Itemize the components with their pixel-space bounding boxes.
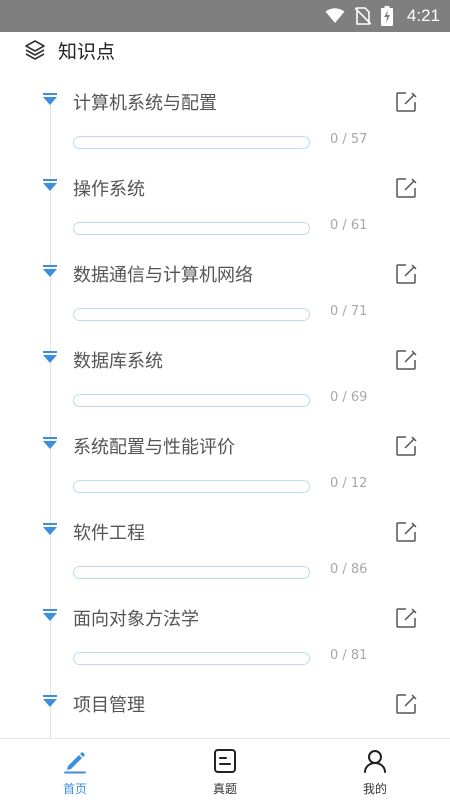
list-item[interactable]: 系统配置与性能评价 0 / 12 [0,412,450,498]
list-item[interactable]: 项目管理 [0,670,450,738]
list-item[interactable]: 数据通信与计算机网络 0 / 71 [0,240,450,326]
expand-triangle-icon[interactable] [43,179,57,191]
no-sim-icon [354,7,371,25]
knowledge-point-list: 计算机系统与配置 0 / 57 操作系统 0 / 61 数据通信与计算机网络 0… [0,68,450,738]
progress-count: 0 / 86 [330,562,368,577]
expand-triangle-icon[interactable] [43,265,57,277]
tab-home[interactable]: 首页 [0,739,150,800]
battery-charging-icon [380,6,393,26]
item-title[interactable]: 面向对象方法学 [73,605,199,631]
list-item[interactable]: 数据库系统 0 / 69 [0,326,450,412]
pencil-icon [64,752,86,774]
tab-label: 真题 [212,782,237,796]
list-item[interactable]: 面向对象方法学 0 / 81 [0,584,450,670]
list-item[interactable]: 软件工程 0 / 86 [0,498,450,584]
expand-triangle-icon[interactable] [43,437,57,449]
expand-triangle-icon[interactable] [43,609,57,621]
tab-label: 首页 [62,782,87,796]
edit-icon[interactable] [395,607,417,629]
bottom-tab-bar: 首页 真题 我的 [0,738,450,800]
item-title[interactable]: 操作系统 [73,175,145,201]
layers-icon [25,40,45,60]
progress-bar [73,394,310,407]
status-bar: 4:21 [0,0,450,32]
progress-count: 0 / 81 [330,648,368,663]
progress-count: 0 / 12 [330,476,368,491]
progress-bar [73,652,310,665]
edit-icon[interactable] [395,435,417,457]
edit-icon[interactable] [395,91,417,113]
item-title[interactable]: 项目管理 [73,691,145,717]
edit-icon[interactable] [395,521,417,543]
edit-icon[interactable] [395,693,417,715]
edit-icon[interactable] [395,263,417,285]
list-item[interactable]: 计算机系统与配置 0 / 57 [0,68,450,154]
tab-exams[interactable]: 真题 [150,739,300,800]
progress-count: 0 / 71 [330,304,368,319]
list-item[interactable]: 操作系统 0 / 61 [0,154,450,240]
edit-icon[interactable] [395,349,417,371]
expand-triangle-icon[interactable] [43,523,57,535]
item-title[interactable]: 计算机系统与配置 [73,89,217,115]
tab-mine[interactable]: 我的 [300,739,450,800]
edit-icon[interactable] [395,177,417,199]
expand-triangle-icon[interactable] [43,351,57,363]
progress-bar [73,222,310,235]
progress-bar [73,308,310,321]
item-title[interactable]: 数据库系统 [73,347,163,373]
page-title: 知识点 [58,40,116,63]
progress-bar [73,480,310,493]
user-icon [364,750,386,773]
header: 知识点 [0,32,450,68]
item-title[interactable]: 数据通信与计算机网络 [73,261,253,287]
item-title[interactable]: 系统配置与性能评价 [73,433,235,459]
progress-bar [73,136,310,149]
tab-label: 我的 [362,782,387,796]
progress-count: 0 / 61 [330,218,368,233]
status-time: 4:21 [406,6,440,25]
wifi-icon [325,8,345,23]
expand-triangle-icon[interactable] [43,93,57,105]
progress-count: 0 / 57 [330,132,368,147]
item-title[interactable]: 软件工程 [73,519,145,545]
paper-icon [214,749,236,773]
progress-bar [73,566,310,579]
expand-triangle-icon[interactable] [43,695,57,707]
progress-count: 0 / 69 [330,390,368,405]
